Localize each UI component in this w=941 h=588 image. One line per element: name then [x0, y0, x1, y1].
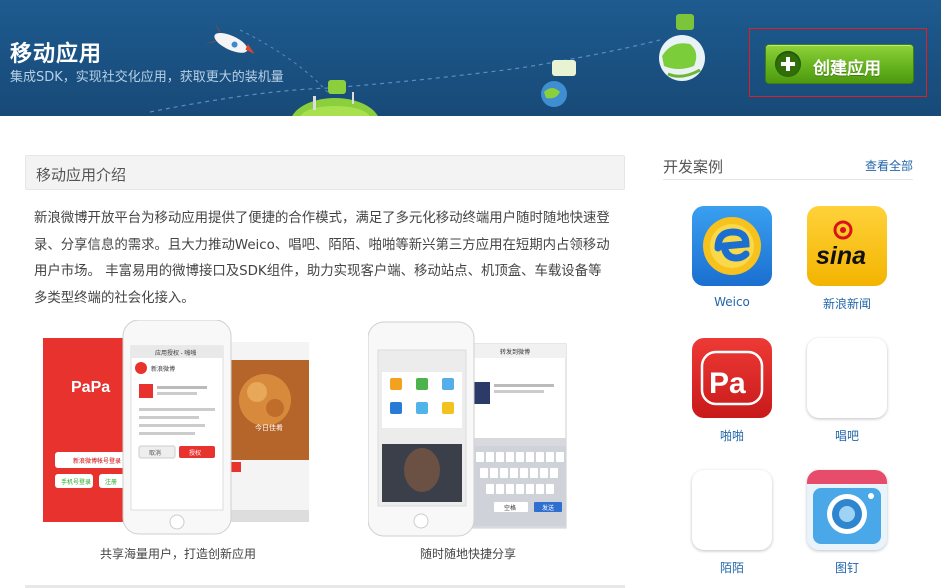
phone-login-text: 手机号登录	[61, 478, 91, 486]
intro-description: 新浪微博开放平台为移动应用提供了便捷的合作模式，满足了多元化移动终端用户随时随地…	[34, 211, 610, 306]
case-app-changba[interactable]: 唱吧	[806, 338, 888, 444]
momo-icon	[692, 470, 772, 550]
case-app-weico[interactable]: Weico	[691, 206, 773, 309]
create-app-label: 创建应用	[813, 59, 881, 79]
changba-icon	[807, 338, 887, 418]
case-app-name: 图钉	[834, 561, 859, 575]
showcase-image-share: 转发到微博 空格 发送	[368, 321, 567, 537]
register-text: 注册	[105, 478, 117, 486]
case-app-tuding[interactable]: 图钉	[806, 470, 888, 576]
case-app-name: 唱吧	[834, 429, 859, 443]
send-key-text: 发送	[542, 504, 554, 512]
cases-title: 开发案例	[663, 158, 724, 176]
case-app-name: 陌陌	[719, 561, 744, 575]
papa-icon: Pa	[692, 338, 772, 418]
case-app-momo[interactable]: 陌陌	[691, 470, 773, 576]
sina-news-icon: sina	[807, 206, 887, 286]
puzzle-plus-icon	[775, 51, 801, 77]
case-app-sina-news[interactable]: sina 新浪新闻	[806, 206, 888, 312]
papa-logo-text: PaPa	[71, 379, 110, 396]
showcase-image-papa: PaPa 新浪微博帐号登录 手机号登录 注册 今日佳肴 应用授权 - 啪啪 新浪…	[43, 320, 309, 535]
weibo-login-text: 新浪微博帐号登录	[73, 457, 121, 465]
papa-logo-text: Pa	[709, 367, 746, 400]
create-app-button[interactable]: 创建应用	[765, 44, 914, 84]
showcase-caption-1: 共享海量用户，打造创新应用	[99, 547, 256, 561]
cases-header: 开发案例 查看全部	[663, 155, 913, 180]
today-dish-text: 今日佳肴	[255, 423, 283, 432]
weico-icon	[692, 206, 772, 286]
case-app-name: Weico	[714, 295, 750, 309]
page-subtitle: 集成SDK，实现社交化应用，获取更大的装机量	[10, 70, 284, 85]
cancel-text: 取消	[149, 449, 161, 457]
intro-heading: 移动应用介绍	[36, 166, 127, 184]
sina-logo-text: sina	[816, 242, 866, 270]
showcase-caption-2: 随时随地快捷分享	[419, 547, 516, 561]
case-app-name: 新浪新闻	[822, 297, 871, 311]
auth-title-text: 应用授权 - 啪啪	[155, 349, 196, 357]
intro-section-header: 移动应用介绍	[25, 155, 625, 190]
space-key-text: 空格	[504, 504, 516, 512]
share-title-text: 转发到微博	[500, 348, 530, 356]
authorize-text: 授权	[189, 449, 201, 457]
weibo-brand-text: 新浪微博	[151, 365, 175, 373]
page-title: 移动应用	[10, 42, 103, 67]
case-app-papa[interactable]: Pa 啪啪	[691, 338, 773, 444]
tuding-icon	[807, 470, 887, 550]
view-all-link[interactable]: 查看全部	[865, 157, 913, 174]
case-app-name: 啪啪	[719, 429, 744, 443]
